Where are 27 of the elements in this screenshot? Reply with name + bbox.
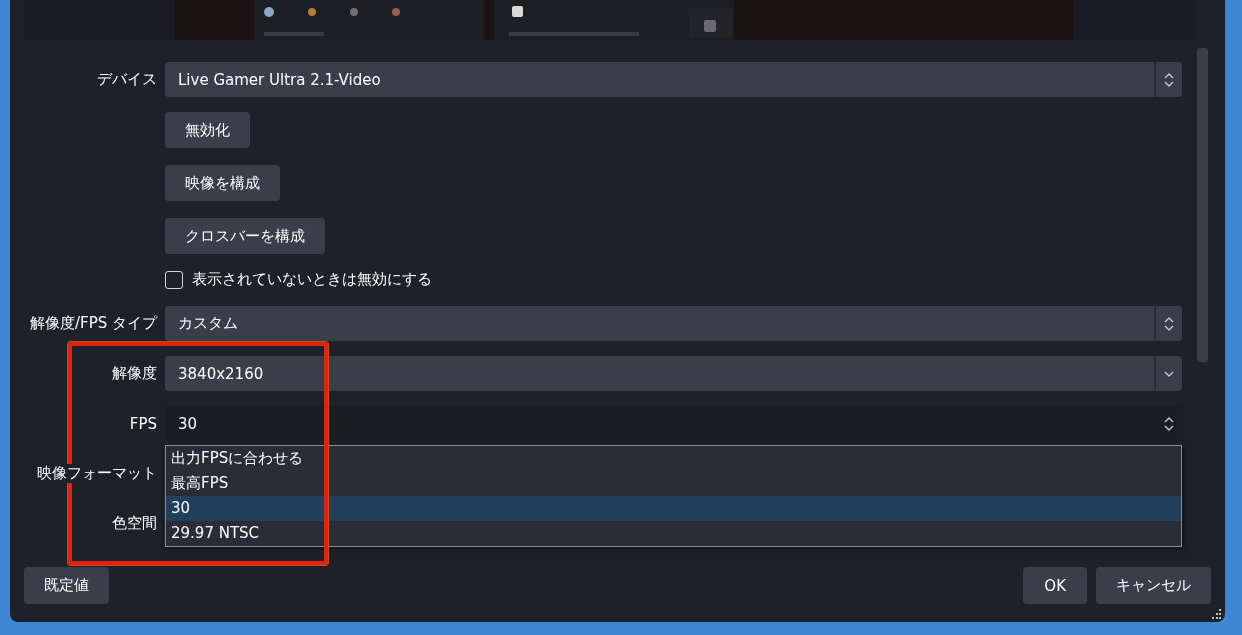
field-label: 色空間 xyxy=(112,514,157,533)
checkbox-label: 表示されていないときは無効にする xyxy=(192,270,432,289)
scrollbar[interactable] xyxy=(1197,48,1208,362)
defaults-button[interactable]: 既定値 xyxy=(24,567,109,604)
action-button[interactable]: 無効化 xyxy=(165,112,250,148)
dropdown-option[interactable]: 30 xyxy=(166,496,1181,521)
resize-grip-icon[interactable] xyxy=(1212,609,1222,619)
cancel-button[interactable]: キャンセル xyxy=(1096,567,1211,604)
checkbox[interactable] xyxy=(165,270,183,289)
dropdown-option[interactable]: 29.97 NTSC xyxy=(166,521,1181,546)
field-label: デバイス xyxy=(97,70,157,89)
field-label: 解像度 xyxy=(112,364,157,383)
up-down-arrows-icon xyxy=(1164,72,1174,87)
dropdown-field[interactable]: 3840x2160 xyxy=(165,356,1182,391)
chevron-down-icon xyxy=(1164,370,1174,377)
dropdown-field[interactable]: Live Gamer Ultra 2.1-Video xyxy=(165,62,1182,97)
dropdown-field[interactable]: カスタム xyxy=(165,306,1182,341)
up-down-arrows-icon xyxy=(1164,316,1174,331)
up-down-arrows-icon xyxy=(1164,416,1174,431)
dropdown-option[interactable]: 最高FPS xyxy=(166,471,1181,496)
action-button[interactable]: 映像を構成 xyxy=(165,165,280,201)
field-label: 解像度/FPS タイプ xyxy=(29,314,157,333)
dropdown-option[interactable]: 出力FPSに合わせる xyxy=(166,446,1181,471)
dropdown-field[interactable]: 30 xyxy=(165,406,1182,441)
field-label: 映像フォーマット xyxy=(37,464,157,483)
action-button[interactable]: クロスバーを構成 xyxy=(165,218,325,254)
ok-button[interactable]: OK xyxy=(1023,567,1087,604)
